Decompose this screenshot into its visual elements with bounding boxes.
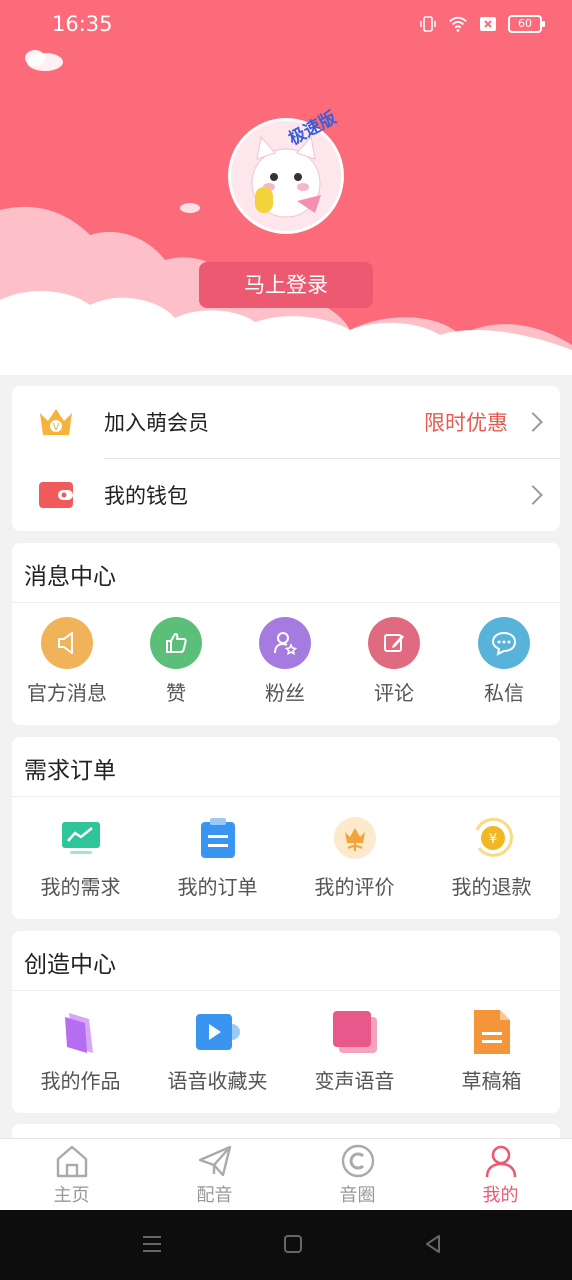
item-label: 粉丝 <box>265 681 305 705</box>
account-card: V 加入萌会员 限时优惠 我的钱包 <box>12 386 560 531</box>
item-label: 我的订单 <box>177 875 258 899</box>
vip-row[interactable]: V 加入萌会员 限时优惠 <box>12 386 560 458</box>
battery-indicator: 60 <box>508 15 545 33</box>
item-label: 草稿箱 <box>461 1069 522 1093</box>
nav-circle[interactable]: 音圈 <box>286 1139 429 1211</box>
orders-card: 需求订单 我的需求 我的订单 我的评价 ¥ 我的退款 <box>12 737 560 919</box>
voice-card-icon <box>330 1007 380 1057</box>
item-label: 我的需求 <box>40 875 121 899</box>
works-icon <box>56 1007 106 1057</box>
crown-icon: V <box>36 402 76 442</box>
item-label: 私信 <box>484 681 524 705</box>
nav-home[interactable]: 主页 <box>0 1139 143 1211</box>
my-reviews-item[interactable]: 我的评价 <box>286 813 423 903</box>
drafts-item[interactable]: 草稿箱 <box>423 1007 560 1097</box>
item-label: 语音收藏夹 <box>167 1069 268 1093</box>
profile-icon <box>481 1141 521 1181</box>
wallet-row[interactable]: 我的钱包 <box>12 459 560 531</box>
chevron-right-icon <box>523 412 543 432</box>
nav-label: 主页 <box>53 1185 90 1206</box>
cat-mascot-icon <box>231 121 341 231</box>
item-label: 我的作品 <box>40 1069 121 1093</box>
my-demand-item[interactable]: 我的需求 <box>12 813 149 903</box>
orders-title: 需求订单 <box>24 758 116 784</box>
status-time: 16:35 <box>52 12 113 36</box>
divider <box>12 602 560 603</box>
menu-icon[interactable] <box>140 1232 164 1256</box>
svg-text:V: V <box>53 422 60 433</box>
nav-label: 配音 <box>196 1185 233 1206</box>
chat-icon <box>478 617 530 669</box>
vip-label: 加入萌会员 <box>104 411 209 435</box>
status-bar: 16:35 60 <box>0 0 572 50</box>
nav-dubbing[interactable]: 配音 <box>143 1139 286 1211</box>
vibrate-icon <box>418 14 438 34</box>
draft-icon <box>467 1007 517 1057</box>
sim-off-icon <box>478 14 498 34</box>
bottom-nav: 主页 配音 音圈 我的 <box>0 1138 572 1210</box>
message-center-title: 消息中心 <box>24 564 116 590</box>
item-label: 官方消息 <box>27 681 107 705</box>
nav-label: 我的 <box>482 1185 519 1206</box>
item-label: 我的评价 <box>314 875 395 899</box>
divider <box>12 796 560 797</box>
avatar[interactable] <box>228 118 344 234</box>
login-button[interactable]: 马上登录 <box>199 262 373 308</box>
nav-label: 音圈 <box>339 1185 376 1206</box>
chart-monitor-icon <box>56 813 106 863</box>
nav-mine[interactable]: 我的 <box>429 1139 572 1211</box>
item-label: 赞 <box>166 681 186 705</box>
my-works-item[interactable]: 我的作品 <box>12 1007 149 1097</box>
thumbs-up-icon <box>150 617 202 669</box>
create-center-card: 创造中心 我的作品 语音收藏夹 变声语音 草稿箱 <box>12 931 560 1113</box>
system-nav-bar <box>0 1210 572 1280</box>
voice-changer-item[interactable]: 变声语音 <box>286 1007 423 1097</box>
home-square-icon[interactable] <box>281 1232 305 1256</box>
refund-coin-icon: ¥ <box>467 813 517 863</box>
private-message-item[interactable]: 私信 <box>449 617 559 707</box>
my-refunds-item[interactable]: ¥ 我的退款 <box>423 813 560 903</box>
likes-item[interactable]: 赞 <box>121 617 231 707</box>
create-center-title: 创造中心 <box>24 952 116 978</box>
profile-header: 16:35 60 极速版 马上登录 <box>0 0 572 375</box>
voice-favorites-item[interactable]: 语音收藏夹 <box>149 1007 286 1097</box>
vip-promo: 限时优惠 <box>424 411 508 435</box>
message-center-card: 消息中心 官方消息 赞 粉丝 评论 私信 <box>12 543 560 725</box>
circle-c-icon <box>338 1141 378 1181</box>
home-icon <box>52 1141 92 1181</box>
flower-icon <box>330 813 380 863</box>
clipboard-icon <box>193 813 243 863</box>
chevron-right-icon <box>523 485 543 505</box>
back-triangle-icon[interactable] <box>421 1232 445 1256</box>
divider <box>12 990 560 991</box>
fans-item[interactable]: 粉丝 <box>230 617 340 707</box>
wallet-icon <box>36 475 76 515</box>
svg-text:¥: ¥ <box>488 832 496 847</box>
my-orders-item[interactable]: 我的订单 <box>149 813 286 903</box>
edit-icon <box>368 617 420 669</box>
comments-item[interactable]: 评论 <box>339 617 449 707</box>
item-label: 我的退款 <box>451 875 532 899</box>
item-label: 评论 <box>374 681 414 705</box>
item-label: 变声语音 <box>314 1069 395 1093</box>
status-icons: 60 <box>418 14 545 34</box>
play-folder-icon <box>193 1007 243 1057</box>
wallet-label: 我的钱包 <box>104 484 188 508</box>
send-icon <box>195 1141 235 1181</box>
wifi-icon <box>448 14 468 34</box>
fans-icon <box>259 617 311 669</box>
megaphone-icon <box>41 617 93 669</box>
official-news-item[interactable]: 官方消息 <box>12 617 122 707</box>
